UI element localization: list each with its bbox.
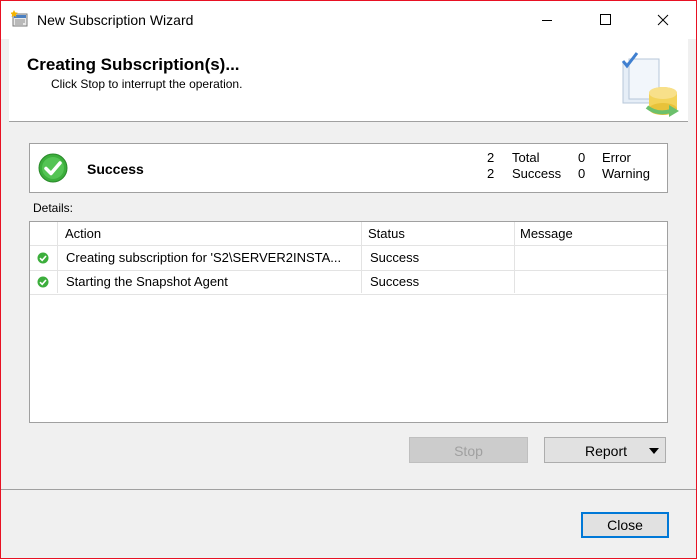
report-button[interactable]: Report xyxy=(544,437,666,463)
table-row[interactable]: Starting the Snapshot Agent Success xyxy=(30,270,667,295)
app-icon xyxy=(11,10,28,27)
total-count: 2 xyxy=(487,150,495,165)
warning-label: Warning xyxy=(602,166,650,181)
success-check-icon xyxy=(38,153,68,183)
overall-status: Success xyxy=(87,161,144,177)
wizard-window: New Subscription Wizard Creating Subscri… xyxy=(0,0,697,559)
row-status: Success xyxy=(370,250,420,265)
row-action: Creating subscription for 'S2\SERVER2INS… xyxy=(66,250,342,265)
column-header-message[interactable]: Message xyxy=(520,226,573,241)
column-header-status[interactable]: Status xyxy=(368,226,405,241)
footer-divider xyxy=(1,489,696,490)
stop-button[interactable]: Stop xyxy=(409,437,528,463)
wizard-banner-icon xyxy=(621,52,679,117)
total-label: Total xyxy=(512,150,540,165)
success-check-icon xyxy=(37,276,49,288)
status-summary: Success 2 Total 0 Error 2 Success 0 Warn… xyxy=(29,143,668,193)
error-label: Error xyxy=(602,150,631,165)
window-title: New Subscription Wizard xyxy=(37,12,194,28)
dropdown-arrow-icon xyxy=(649,448,659,454)
close-window-button[interactable] xyxy=(640,1,686,39)
row-status: Success xyxy=(370,274,420,289)
wizard-header: Creating Subscription(s)... Click Stop t… xyxy=(9,39,688,121)
maximize-button[interactable] xyxy=(582,1,628,39)
table-row[interactable]: Creating subscription for 'S2\SERVER2INS… xyxy=(30,246,667,271)
close-icon xyxy=(657,14,669,26)
title-bar[interactable]: New Subscription Wizard xyxy=(1,1,696,39)
warning-count: 0 xyxy=(578,166,586,181)
success-count: 2 xyxy=(487,166,495,181)
minimize-button[interactable] xyxy=(524,1,570,39)
success-label: Success xyxy=(512,166,562,181)
close-button[interactable]: Close xyxy=(581,512,669,538)
page-title: Creating Subscription(s)... xyxy=(27,55,240,74)
grid-header: Action Status Message xyxy=(30,222,667,246)
success-check-icon xyxy=(37,252,49,264)
details-grid[interactable]: Action Status Message Creating subscript… xyxy=(29,221,668,423)
column-header-action[interactable]: Action xyxy=(65,226,101,241)
maximize-icon xyxy=(600,14,611,25)
report-button-label: Report xyxy=(585,443,628,459)
minimize-icon xyxy=(542,20,552,21)
row-action: Starting the Snapshot Agent xyxy=(66,274,228,289)
error-count: 0 xyxy=(578,150,586,165)
page-subtitle: Click Stop to interrupt the operation. xyxy=(51,77,243,91)
details-label: Details: xyxy=(33,201,74,215)
header-divider xyxy=(9,121,688,122)
